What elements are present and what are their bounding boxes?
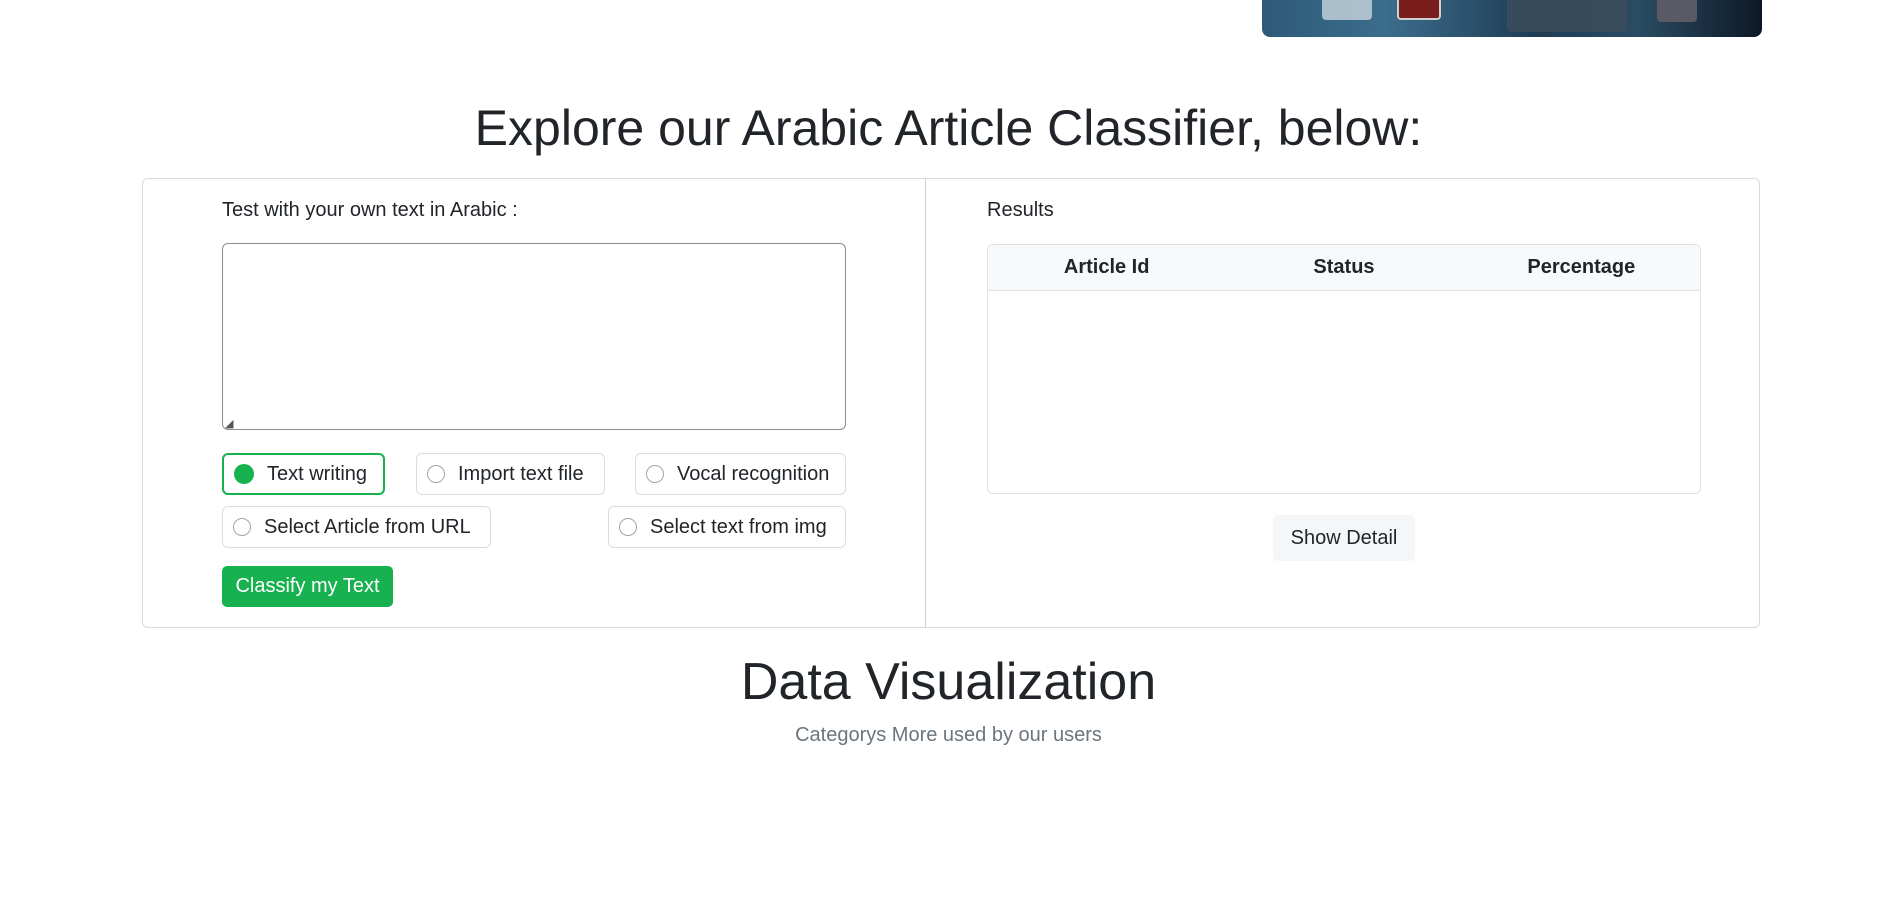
results-table-header: Article Id Status Percentage <box>988 245 1700 291</box>
classifier-card: Test with your own text in Arabic : ◢ Te… <box>142 178 1760 628</box>
radio-icon <box>646 465 664 483</box>
option-label: Select Article from URL <box>264 515 471 538</box>
classify-button[interactable]: Classify my Text <box>222 566 393 607</box>
radio-icon <box>427 465 445 483</box>
option-text-writing[interactable]: Text writing <box>222 453 385 495</box>
text-input-label: Test with your own text in Arabic : <box>222 199 518 221</box>
classifier-heading: Explore our Arabic Article Classifier, b… <box>474 100 1423 156</box>
option-label: Vocal recognition <box>677 462 830 485</box>
option-article-from-url[interactable]: Select Article from URL <box>222 506 491 548</box>
results-table: Article Id Status Percentage <box>987 244 1701 494</box>
column-status: Status <box>1313 256 1375 278</box>
option-text-from-img[interactable]: Select text from img <box>608 506 846 548</box>
option-label: Import text file <box>458 462 584 485</box>
option-label: Text writing <box>267 462 368 485</box>
column-article-id: Article Id <box>1063 256 1150 278</box>
data-visualization-title: Data Visualization <box>740 653 1157 711</box>
data-visualization-subtitle: Categorys More used by our users <box>795 724 1102 746</box>
option-vocal-recognition[interactable]: Vocal recognition <box>635 453 846 495</box>
column-percentage: Percentage <box>1527 256 1636 278</box>
arabic-text-input[interactable] <box>222 243 846 430</box>
hero-image <box>1262 0 1762 37</box>
radio-icon <box>233 518 251 536</box>
card-divider <box>925 179 926 627</box>
resize-grip-icon[interactable]: ◢ <box>225 417 233 430</box>
show-detail-button[interactable]: Show Detail <box>1273 515 1415 561</box>
option-label: Select text from img <box>650 515 827 538</box>
radio-selected-icon <box>234 464 254 484</box>
option-import-text-file[interactable]: Import text file <box>416 453 605 495</box>
radio-icon <box>619 518 637 536</box>
results-label: Results <box>987 199 1054 221</box>
